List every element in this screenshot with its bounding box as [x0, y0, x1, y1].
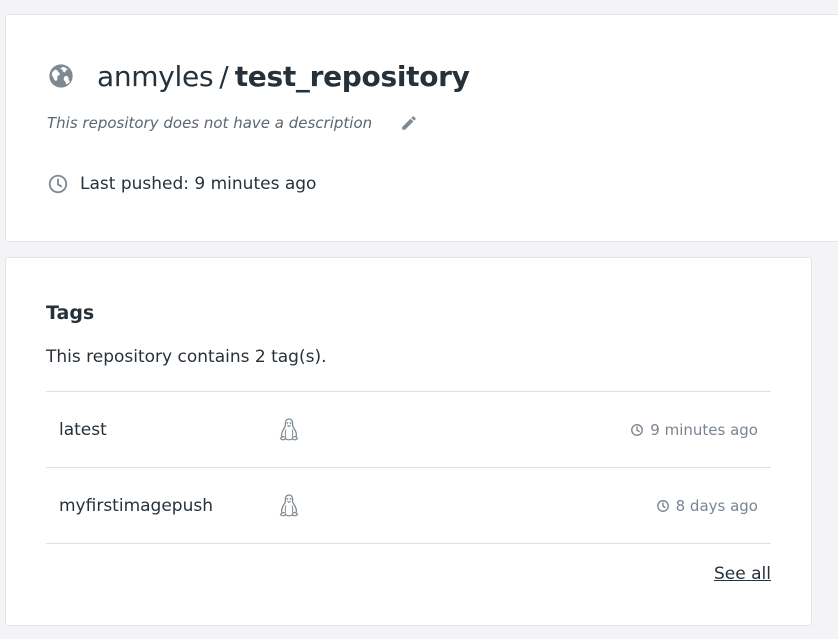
see-all-link[interactable]: See all [714, 564, 771, 584]
repository-header-card: anmyles / test_repository This repositor… [5, 14, 838, 242]
linux-icon [277, 493, 301, 519]
last-pushed-text: Last pushed: 9 minutes ago [80, 174, 317, 194]
tag-row[interactable]: myfirstimagepush 8 days ago [46, 468, 771, 544]
clock-icon [630, 423, 644, 437]
tag-pushed-text: 8 days ago [675, 496, 758, 515]
description-row: This repository does not have a descript… [47, 113, 420, 133]
clock-icon [47, 173, 69, 195]
title-separator: / [219, 59, 229, 93]
repository-description: This repository does not have a descript… [47, 114, 373, 132]
linux-icon [277, 417, 301, 443]
pencil-icon[interactable] [400, 113, 420, 133]
tags-count-text: This repository contains 2 tag(s). [46, 347, 327, 367]
clock-icon [656, 499, 670, 513]
tag-pushed-text: 9 minutes ago [650, 420, 758, 439]
tags-heading: Tags [46, 302, 95, 324]
tags-card: Tags This repository contains 2 tag(s). … [5, 257, 812, 626]
tag-pushed-time: 9 minutes ago [630, 421, 758, 439]
tag-row[interactable]: latest 9 minutes ago [46, 392, 771, 468]
repository-title: anmyles / test_repository [47, 59, 470, 93]
repository-owner[interactable]: anmyles [97, 60, 214, 93]
tag-pushed-time: 8 days ago [656, 497, 758, 515]
tag-name[interactable]: latest [59, 420, 107, 440]
globe-icon [47, 62, 75, 90]
tag-name[interactable]: myfirstimagepush [59, 496, 213, 516]
repository-name: test_repository [234, 59, 470, 93]
tag-list: latest 9 minutes ago myfirstimagepush 8 … [46, 391, 771, 544]
last-pushed-row: Last pushed: 9 minutes ago [47, 173, 316, 195]
